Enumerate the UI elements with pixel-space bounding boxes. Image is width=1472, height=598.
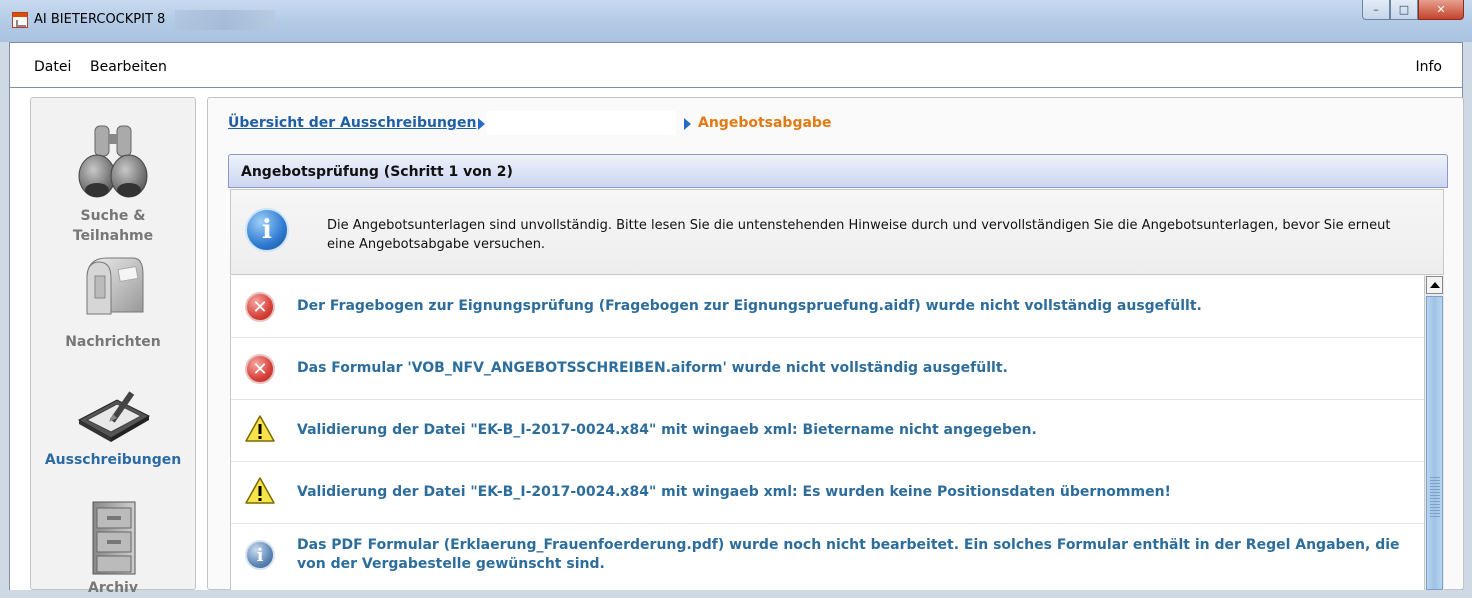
message-text: Validierung der Datei "EK-B_I-2017-0024.… [297, 484, 1171, 500]
info-icon: i [245, 540, 275, 570]
maximize-button[interactable]: □ [1390, 0, 1418, 20]
menu-bearbeiten[interactable]: Bearbeiten [90, 59, 167, 75]
info-box: i Die Angebotsunterlagen sind unvollstän… [230, 189, 1444, 275]
message-text: Der Fragebogen zur Eignungsprüfung (Frag… [297, 298, 1202, 314]
menu-datei[interactable]: Datei [34, 59, 71, 75]
message-list: ✕ Der Fragebogen zur Eignungsprüfung (Fr… [230, 276, 1425, 590]
message-text: Das PDF Formular (Erklaerung_Frauenfoerd… [297, 537, 1400, 572]
minimize-button[interactable]: – [1362, 0, 1390, 20]
warning-icon [245, 477, 275, 504]
section-header: Angebotsprüfung (Schritt 1 von 2) [228, 154, 1448, 188]
menu-bar: Datei Bearbeiten Info [9, 42, 1463, 88]
list-item: Validierung der Datei "EK-B_I-2017-0024.… [231, 400, 1425, 462]
sidebar-item-label: Archiv [88, 580, 138, 596]
list-item: i Das PDF Formular (Erklaerung_Frauenfoe… [231, 524, 1425, 590]
breadcrumb-arrow-icon [684, 118, 691, 130]
scroll-up-button[interactable] [1426, 276, 1443, 294]
binoculars-icon [78, 125, 148, 198]
title-blur [175, 10, 275, 30]
sidebar-item-nachrichten[interactable]: Nachrichten [31, 248, 195, 352]
message-text: Das Formular 'VOB_NFV_ANGEBOTSSCHREIBEN.… [297, 360, 1008, 376]
breadcrumb-arrow-icon [478, 118, 485, 130]
close-button[interactable]: ✕ [1418, 0, 1464, 20]
list-item: ✕ Das Formular 'VOB_NFV_ANGEBOTSSCHREIBE… [231, 338, 1425, 400]
info-icon: i [245, 208, 289, 252]
menu-info[interactable]: Info [1416, 59, 1443, 75]
window-titlebar: AI BIETERCOCKPIT 8 – □ ✕ [0, 0, 1472, 42]
mailbox-icon [86, 257, 144, 315]
scroll-thumb[interactable] [1426, 296, 1443, 590]
section-title: Angebotsprüfung (Schritt 1 von 2) [241, 164, 513, 180]
file-cabinet-icon [92, 501, 136, 575]
breadcrumb-current: Angebotsabgabe [698, 115, 832, 131]
sidebar-item-ausschreibungen[interactable]: Ausschreibungen [31, 386, 195, 470]
error-icon: ✕ [245, 292, 275, 322]
list-item: Validierung der Datei "EK-B_I-2017-0024.… [231, 462, 1425, 524]
list-item: ✕ Der Fragebogen zur Eignungsprüfung (Fr… [231, 276, 1425, 338]
tablet-pen-icon [77, 391, 151, 442]
sidebar: Suche & Teilnahme Nachrichten Ausschreib… [30, 97, 196, 596]
sidebar-item-label: Ausschreibungen [44, 452, 182, 468]
window-controls: – □ ✕ [1362, 0, 1464, 22]
breadcrumb-link-uebersicht[interactable]: Übersicht der Ausschreibungen [228, 115, 476, 131]
info-text: Die Angebotsunterlagen sind unvollständi… [327, 218, 1391, 252]
vertical-scrollbar[interactable] [1424, 276, 1444, 590]
sidebar-item-suche[interactable]: Suche & Teilnahme [31, 120, 195, 246]
scroll-grip-icon [1430, 477, 1440, 517]
sidebar-item-label: Nachrichten [65, 334, 161, 350]
sidebar-item-archiv[interactable]: Archiv [31, 498, 195, 598]
window-title: AI BIETERCOCKPIT 8 [34, 12, 166, 27]
warning-icon [245, 415, 275, 442]
sidebar-item-label: Suche & Teilnahme [72, 208, 154, 244]
app-icon [12, 12, 28, 28]
error-icon: ✕ [245, 354, 275, 384]
message-text: Validierung der Datei "EK-B_I-2017-0024.… [297, 422, 1037, 438]
breadcrumb-redacted [486, 111, 676, 135]
